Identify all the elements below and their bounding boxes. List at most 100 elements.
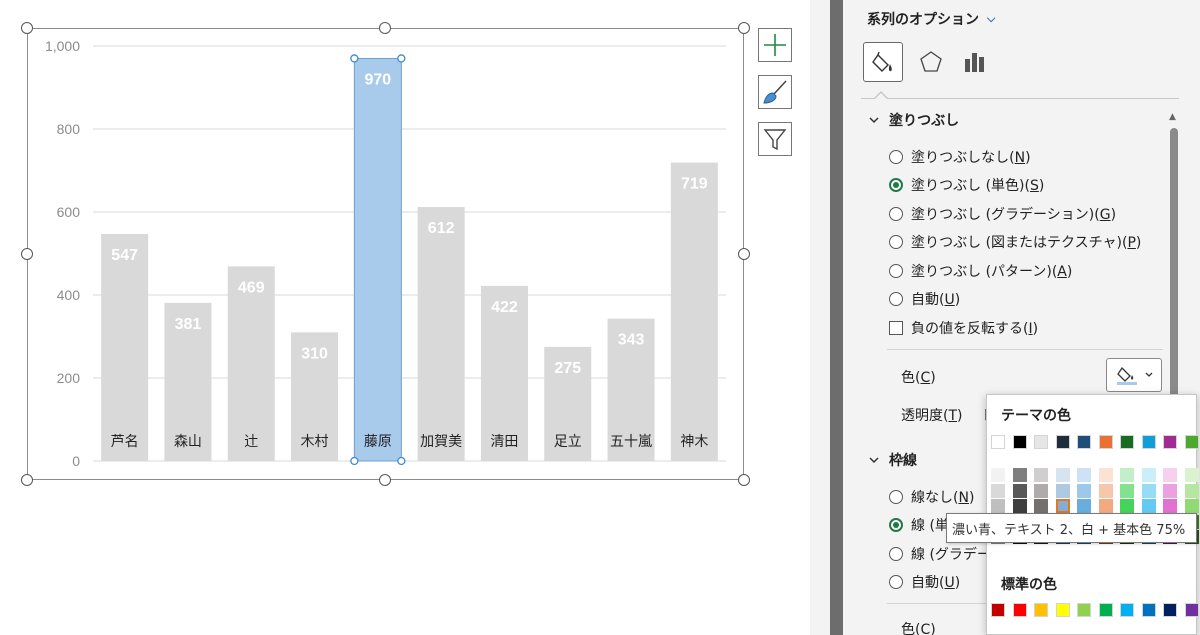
- bar-selection-handle[interactable]: [397, 456, 406, 466]
- theme-color-shade-swatch[interactable]: [991, 468, 1005, 482]
- standard-color-swatch[interactable]: [1184, 603, 1199, 617]
- invert-negative-checkbox[interactable]: 負の値を反転する(I): [889, 318, 1038, 338]
- radio-button[interactable]: [889, 235, 903, 250]
- theme-color-shade-swatch[interactable]: [1077, 483, 1091, 498]
- resize-handle-bottom-left[interactable]: [21, 474, 33, 486]
- radio-button[interactable]: [889, 178, 903, 193]
- theme-color-shade-swatch[interactable]: [1141, 483, 1156, 498]
- radio-button[interactable]: [889, 490, 903, 504]
- radio-option[interactable]: 塗りつぶし (パターン)(A): [889, 261, 1072, 281]
- theme-color-swatch[interactable]: [1077, 435, 1091, 449]
- theme-color-shade-swatch[interactable]: [1141, 499, 1156, 513]
- theme-color-shade-swatch[interactable]: [1120, 499, 1134, 513]
- border-section-header[interactable]: 枠線: [869, 450, 917, 470]
- resize-handle-top[interactable]: [379, 22, 391, 34]
- radio-option[interactable]: 塗りつぶし (単色)(S): [889, 175, 1044, 195]
- radio-button[interactable]: [889, 546, 903, 561]
- theme-color-shade-swatch[interactable]: [1098, 499, 1113, 513]
- theme-color-swatch[interactable]: [1098, 435, 1113, 449]
- theme-color-shade-swatch[interactable]: [1120, 468, 1134, 482]
- bar-selection-handle[interactable]: [397, 54, 406, 63]
- bar-selection-handle[interactable]: [350, 456, 359, 466]
- radio-option[interactable]: 塗りつぶし (図またはテクスチャ)(P): [889, 232, 1141, 252]
- standard-color-swatch[interactable]: [1034, 603, 1048, 617]
- bar[interactable]: [670, 162, 718, 462]
- theme-color-swatch[interactable]: [1120, 435, 1134, 449]
- resize-handle-left[interactable]: [21, 248, 33, 260]
- theme-color-shade-swatch[interactable]: [1077, 468, 1091, 482]
- scroll-up-arrow[interactable]: ▲: [1169, 112, 1176, 122]
- radio-option[interactable]: 塗りつぶしなし(N): [889, 147, 1031, 167]
- chart-filters-button[interactable]: [758, 122, 792, 156]
- radio-option[interactable]: 自動(U): [889, 289, 960, 309]
- tab-fill-line[interactable]: [863, 42, 903, 82]
- standard-color-swatch[interactable]: [1120, 603, 1134, 617]
- resize-handle-top-left[interactable]: [21, 22, 33, 34]
- resize-handle-right[interactable]: [738, 248, 750, 260]
- bar-selection-handle[interactable]: [350, 54, 359, 63]
- theme-color-shade-swatch[interactable]: [991, 499, 1005, 513]
- standard-color-swatch[interactable]: [1012, 603, 1027, 617]
- standard-color-swatch[interactable]: [1141, 603, 1156, 617]
- radio-button[interactable]: [889, 150, 903, 164]
- theme-color-swatch[interactable]: [1012, 435, 1027, 449]
- radio-button[interactable]: [889, 518, 903, 533]
- radio-button[interactable]: [889, 575, 903, 590]
- standard-color-swatch[interactable]: [991, 603, 1005, 617]
- radio-button[interactable]: [889, 206, 903, 221]
- resize-handle-bottom[interactable]: [379, 474, 391, 486]
- theme-color-shade-swatch[interactable]: [1184, 499, 1199, 513]
- resize-handle-top-right[interactable]: [738, 22, 750, 34]
- radio-option[interactable]: 線 (単: [889, 515, 949, 535]
- theme-color-swatch-hovered[interactable]: [1055, 499, 1070, 513]
- fill-color-picker-button[interactable]: [1106, 358, 1162, 392]
- radio-option[interactable]: 塗りつぶし (グラデーション)(G): [889, 204, 1116, 224]
- theme-color-shade-swatch[interactable]: [1034, 499, 1048, 513]
- theme-color-shade-swatch[interactable]: [1120, 483, 1134, 498]
- radio-button[interactable]: [889, 263, 903, 278]
- theme-color-shade-swatch[interactable]: [1184, 468, 1199, 482]
- theme-color-shade-swatch[interactable]: [1077, 499, 1091, 513]
- bar-selected[interactable]: [353, 57, 402, 462]
- tab-series-options[interactable]: [955, 42, 995, 82]
- theme-color-shade-swatch[interactable]: [1163, 468, 1177, 482]
- theme-color-shade-swatch[interactable]: [991, 483, 1005, 498]
- bar[interactable]: [417, 207, 465, 461]
- radio-option[interactable]: 自動(U): [889, 572, 960, 592]
- bar[interactable]: [101, 233, 149, 461]
- resize-handle-bottom-right[interactable]: [738, 474, 750, 486]
- theme-color-swatch[interactable]: [1141, 435, 1156, 449]
- pane-splitter[interactable]: [830, 0, 843, 635]
- radio-button[interactable]: [889, 292, 903, 306]
- category-label: 辻: [244, 434, 258, 450]
- chart-styles-button[interactable]: [758, 75, 792, 109]
- theme-color-shade-swatch[interactable]: [1012, 499, 1027, 513]
- theme-color-shade-swatch[interactable]: [1034, 483, 1048, 498]
- theme-color-shade-swatch[interactable]: [1163, 483, 1177, 498]
- theme-color-shade-swatch[interactable]: [1012, 468, 1027, 482]
- theme-color-swatch[interactable]: [991, 435, 1005, 449]
- theme-color-shade-swatch[interactable]: [1012, 483, 1027, 498]
- theme-color-shade-swatch[interactable]: [1098, 483, 1113, 498]
- tab-effects[interactable]: [911, 42, 951, 82]
- radio-option[interactable]: 線なし(N): [889, 487, 974, 507]
- standard-color-swatch[interactable]: [1098, 603, 1113, 617]
- theme-color-shade-swatch[interactable]: [1184, 483, 1199, 498]
- radio-option[interactable]: 線 (グラデー: [889, 544, 991, 564]
- standard-color-swatch[interactable]: [1077, 603, 1091, 617]
- theme-color-swatch[interactable]: [1163, 435, 1177, 449]
- series-options-dropdown[interactable]: 系列のオプション ⌵: [867, 9, 995, 29]
- theme-color-swatch[interactable]: [1055, 435, 1070, 449]
- standard-color-swatch[interactable]: [1163, 603, 1177, 617]
- fill-section-header[interactable]: 塗りつぶし: [869, 110, 959, 130]
- theme-color-shade-swatch[interactable]: [1034, 468, 1048, 482]
- standard-color-swatch[interactable]: [1055, 603, 1070, 617]
- theme-color-shade-swatch[interactable]: [1098, 468, 1113, 482]
- theme-color-shade-swatch[interactable]: [1055, 468, 1070, 482]
- theme-color-shade-swatch[interactable]: [1163, 499, 1177, 513]
- theme-color-swatch[interactable]: [1184, 435, 1199, 449]
- theme-color-shade-swatch[interactable]: [1055, 483, 1070, 498]
- chart-elements-button[interactable]: [758, 28, 792, 62]
- theme-color-swatch[interactable]: [1034, 435, 1048, 449]
- theme-color-shade-swatch[interactable]: [1141, 468, 1156, 482]
